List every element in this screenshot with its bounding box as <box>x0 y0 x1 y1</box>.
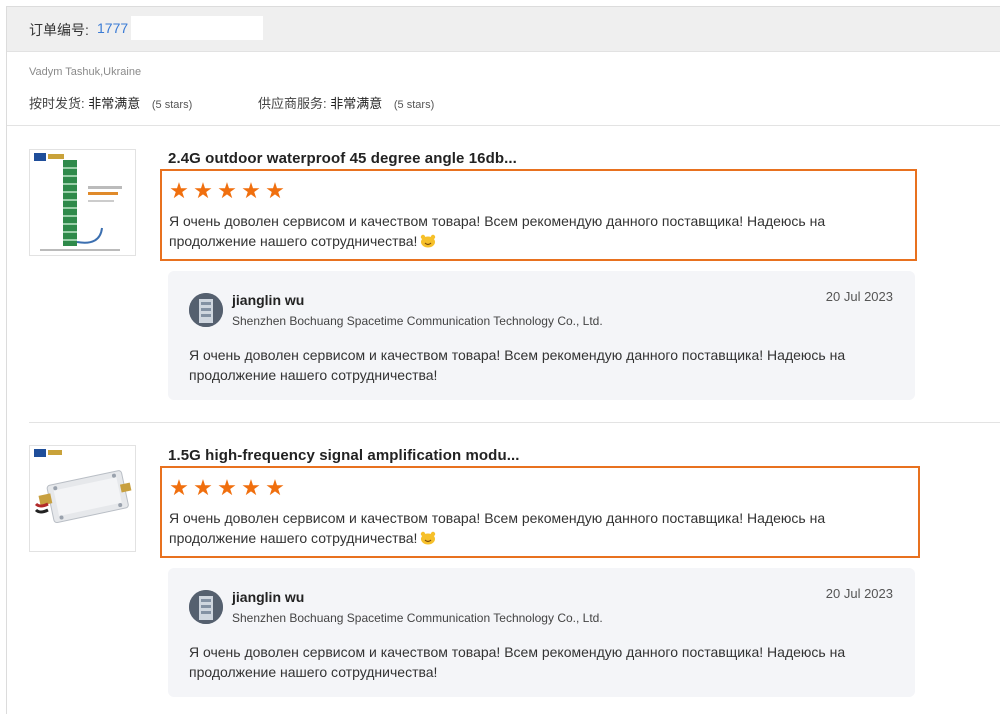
amplifier-product-image <box>30 446 135 551</box>
smile-emoji-icon <box>421 531 436 545</box>
order-header: 订单编号: 1777 <box>7 7 1000 52</box>
star-icon: ★ <box>265 476 285 501</box>
review-highlight-box: ★ ★ ★ ★ ★ Я очень доволен сервисом и кач… <box>160 466 920 558</box>
reply-company-name: Shenzhen Bochuang Spacetime Communicatio… <box>232 314 603 328</box>
product-thumbnail-amplifier[interactable] <box>29 445 136 552</box>
reply-text: Я очень доволен сервисом и качеством тов… <box>189 644 846 680</box>
star-icon: ★ <box>169 179 189 204</box>
review-body: Я очень доволен сервисом и качеством тов… <box>169 510 826 546</box>
order-review-panel: 订单编号: 1777 Vadym Tashuk,Ukraine 按时发货: 非常… <box>6 6 1000 714</box>
rating-stars-text: (5 stars) <box>393 99 435 111</box>
rating-stars-text: (5 stars) <box>151 99 193 111</box>
rating-on-time-delivery: 按时发货: 非常满意 (5 stars) <box>29 93 192 112</box>
reply-date: 20 Jul 2023 <box>825 586 893 601</box>
reply-company-name: Shenzhen Bochuang Spacetime Communicatio… <box>232 611 603 625</box>
review-highlight-box: ★ ★ ★ ★ ★ Я очень доволен сервисом и кач… <box>160 169 917 261</box>
review-divider <box>29 422 1000 423</box>
review-body: Я очень доволен сервисом и качеством тов… <box>169 213 826 249</box>
star-icon: ★ <box>169 476 189 501</box>
reply-author-name: jianglin wu <box>232 292 305 308</box>
antenna-product-image <box>30 150 135 255</box>
product-title[interactable]: 1.5G high-frequency signal amplification… <box>168 447 520 464</box>
star-icon: ★ <box>217 179 237 204</box>
supplier-avatar-image <box>189 293 223 327</box>
star-icon: ★ <box>241 179 261 204</box>
redacted-mask <box>131 16 263 40</box>
star-icon: ★ <box>265 179 285 204</box>
avatar <box>189 590 223 624</box>
review-star-rating: ★ ★ ★ ★ ★ <box>168 478 286 500</box>
supplier-avatar-image <box>189 590 223 624</box>
section-divider <box>7 125 1000 126</box>
supplier-reply-card: jianglin wu Shenzhen Bochuang Spacetime … <box>168 568 915 697</box>
order-number-label: 订单编号: <box>29 22 89 38</box>
buyer-name: Vadym Tashuk,Ukraine <box>29 66 142 78</box>
rating-label: 供应商服务: <box>258 96 327 111</box>
rating-value: 非常满意 <box>88 96 141 111</box>
supplier-reply-card: jianglin wu Shenzhen Bochuang Spacetime … <box>168 271 915 400</box>
star-icon: ★ <box>241 476 261 501</box>
review-text: Я очень доволен сервисом и качеством тов… <box>169 211 909 251</box>
review-star-rating: ★ ★ ★ ★ ★ <box>168 181 286 203</box>
star-icon: ★ <box>193 179 213 204</box>
reply-author-name: jianglin wu <box>232 589 305 605</box>
rating-supplier-service: 供应商服务: 非常满意 (5 stars) <box>258 93 434 112</box>
avatar <box>189 293 223 327</box>
star-icon: ★ <box>217 476 237 501</box>
star-icon: ★ <box>193 476 213 501</box>
reply-text: Я очень доволен сервисом и качеством тов… <box>189 347 846 383</box>
product-thumbnail-antenna[interactable] <box>29 149 136 256</box>
review-text: Я очень доволен сервисом и качеством тов… <box>169 508 909 548</box>
smile-emoji-icon <box>421 234 436 248</box>
rating-value: 非常满意 <box>330 96 383 111</box>
reply-date: 20 Jul 2023 <box>825 289 893 304</box>
product-title[interactable]: 2.4G outdoor waterproof 45 degree angle … <box>168 150 517 167</box>
order-number-link[interactable]: 1777 <box>97 20 128 36</box>
rating-label: 按时发货: <box>29 96 85 111</box>
